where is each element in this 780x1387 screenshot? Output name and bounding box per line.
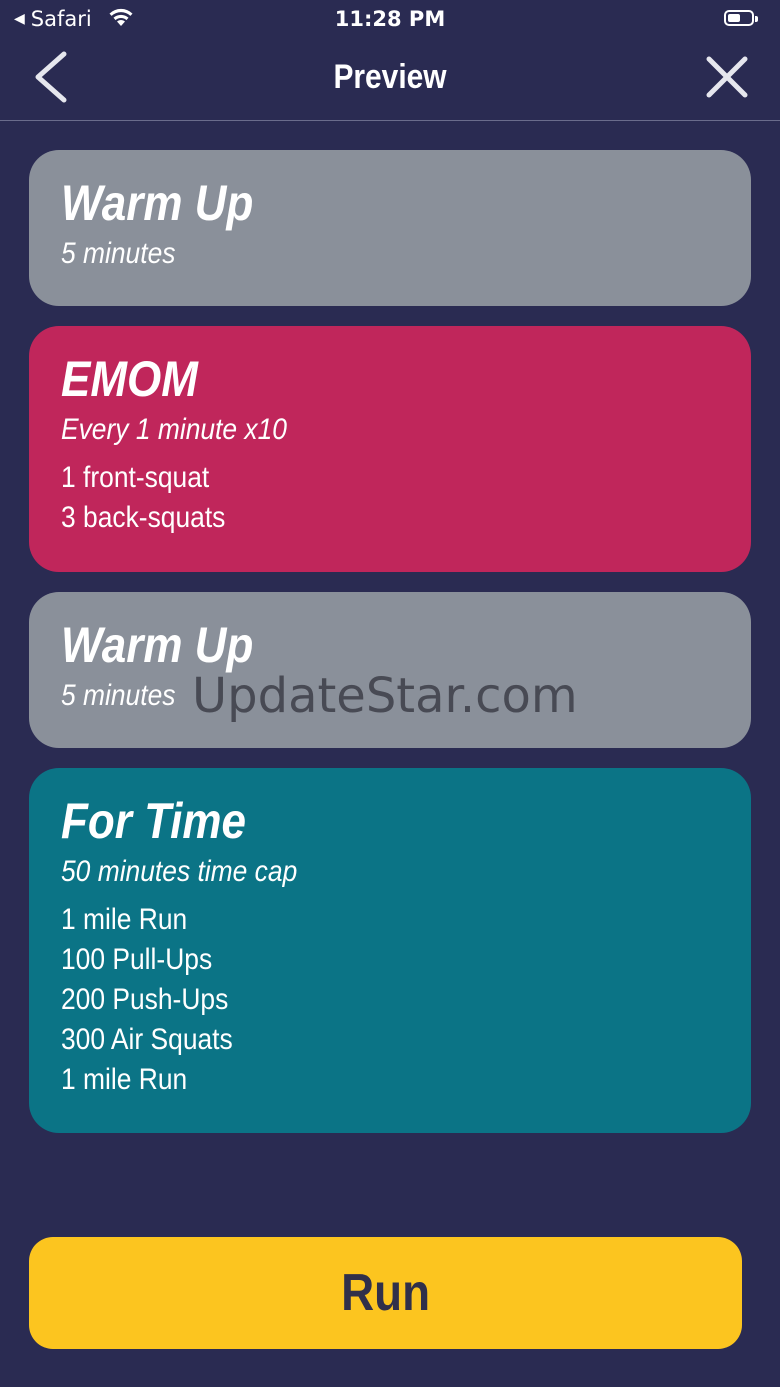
page-title: Preview	[333, 58, 447, 96]
battery-icon	[724, 10, 758, 26]
watermark: UpdateStar.com	[192, 668, 578, 724]
card-exercise-list: 1 mile Run 100 Pull-Ups 200 Push-Ups 300…	[61, 900, 719, 1100]
workout-card-warm-up[interactable]: Warm Up 5 minutes	[29, 150, 751, 306]
workout-card-emom[interactable]: EMOM Every 1 minute x10 1 front-squat 3 …	[29, 326, 751, 572]
card-subtitle: 50 minutes time cap	[61, 855, 298, 888]
exercise-line: 1 front-squat	[61, 461, 210, 494]
navigation-bar: Preview	[0, 40, 780, 121]
card-title: Warm Up	[61, 175, 254, 231]
exercise-line: 1 mile Run	[61, 1063, 188, 1096]
card-title: For Time	[61, 793, 247, 849]
exercise-line: 3 back-squats	[61, 501, 226, 534]
card-exercise-list: 1 front-squat 3 back-squats	[61, 458, 719, 538]
workout-card-for-time[interactable]: For Time 50 minutes time cap 1 mile Run …	[29, 768, 751, 1133]
exercise-line: 300 Air Squats	[61, 1023, 233, 1056]
card-subtitle: 5 minutes	[61, 237, 176, 270]
status-time: 11:28 PM	[334, 7, 446, 31]
exercise-line: 1 mile Run	[61, 903, 188, 936]
status-bar: ◀ Safari 11:28 PM	[0, 0, 780, 40]
run-button[interactable]: Run	[29, 1237, 742, 1349]
close-icon[interactable]	[704, 54, 750, 100]
run-button-label: Run	[341, 1264, 430, 1322]
exercise-line: 200 Push-Ups	[61, 983, 229, 1016]
exercise-line: 100 Pull-Ups	[61, 943, 213, 976]
card-title: EMOM	[61, 351, 198, 407]
card-title: Warm Up	[61, 617, 254, 673]
card-subtitle: Every 1 minute x10	[61, 413, 287, 446]
